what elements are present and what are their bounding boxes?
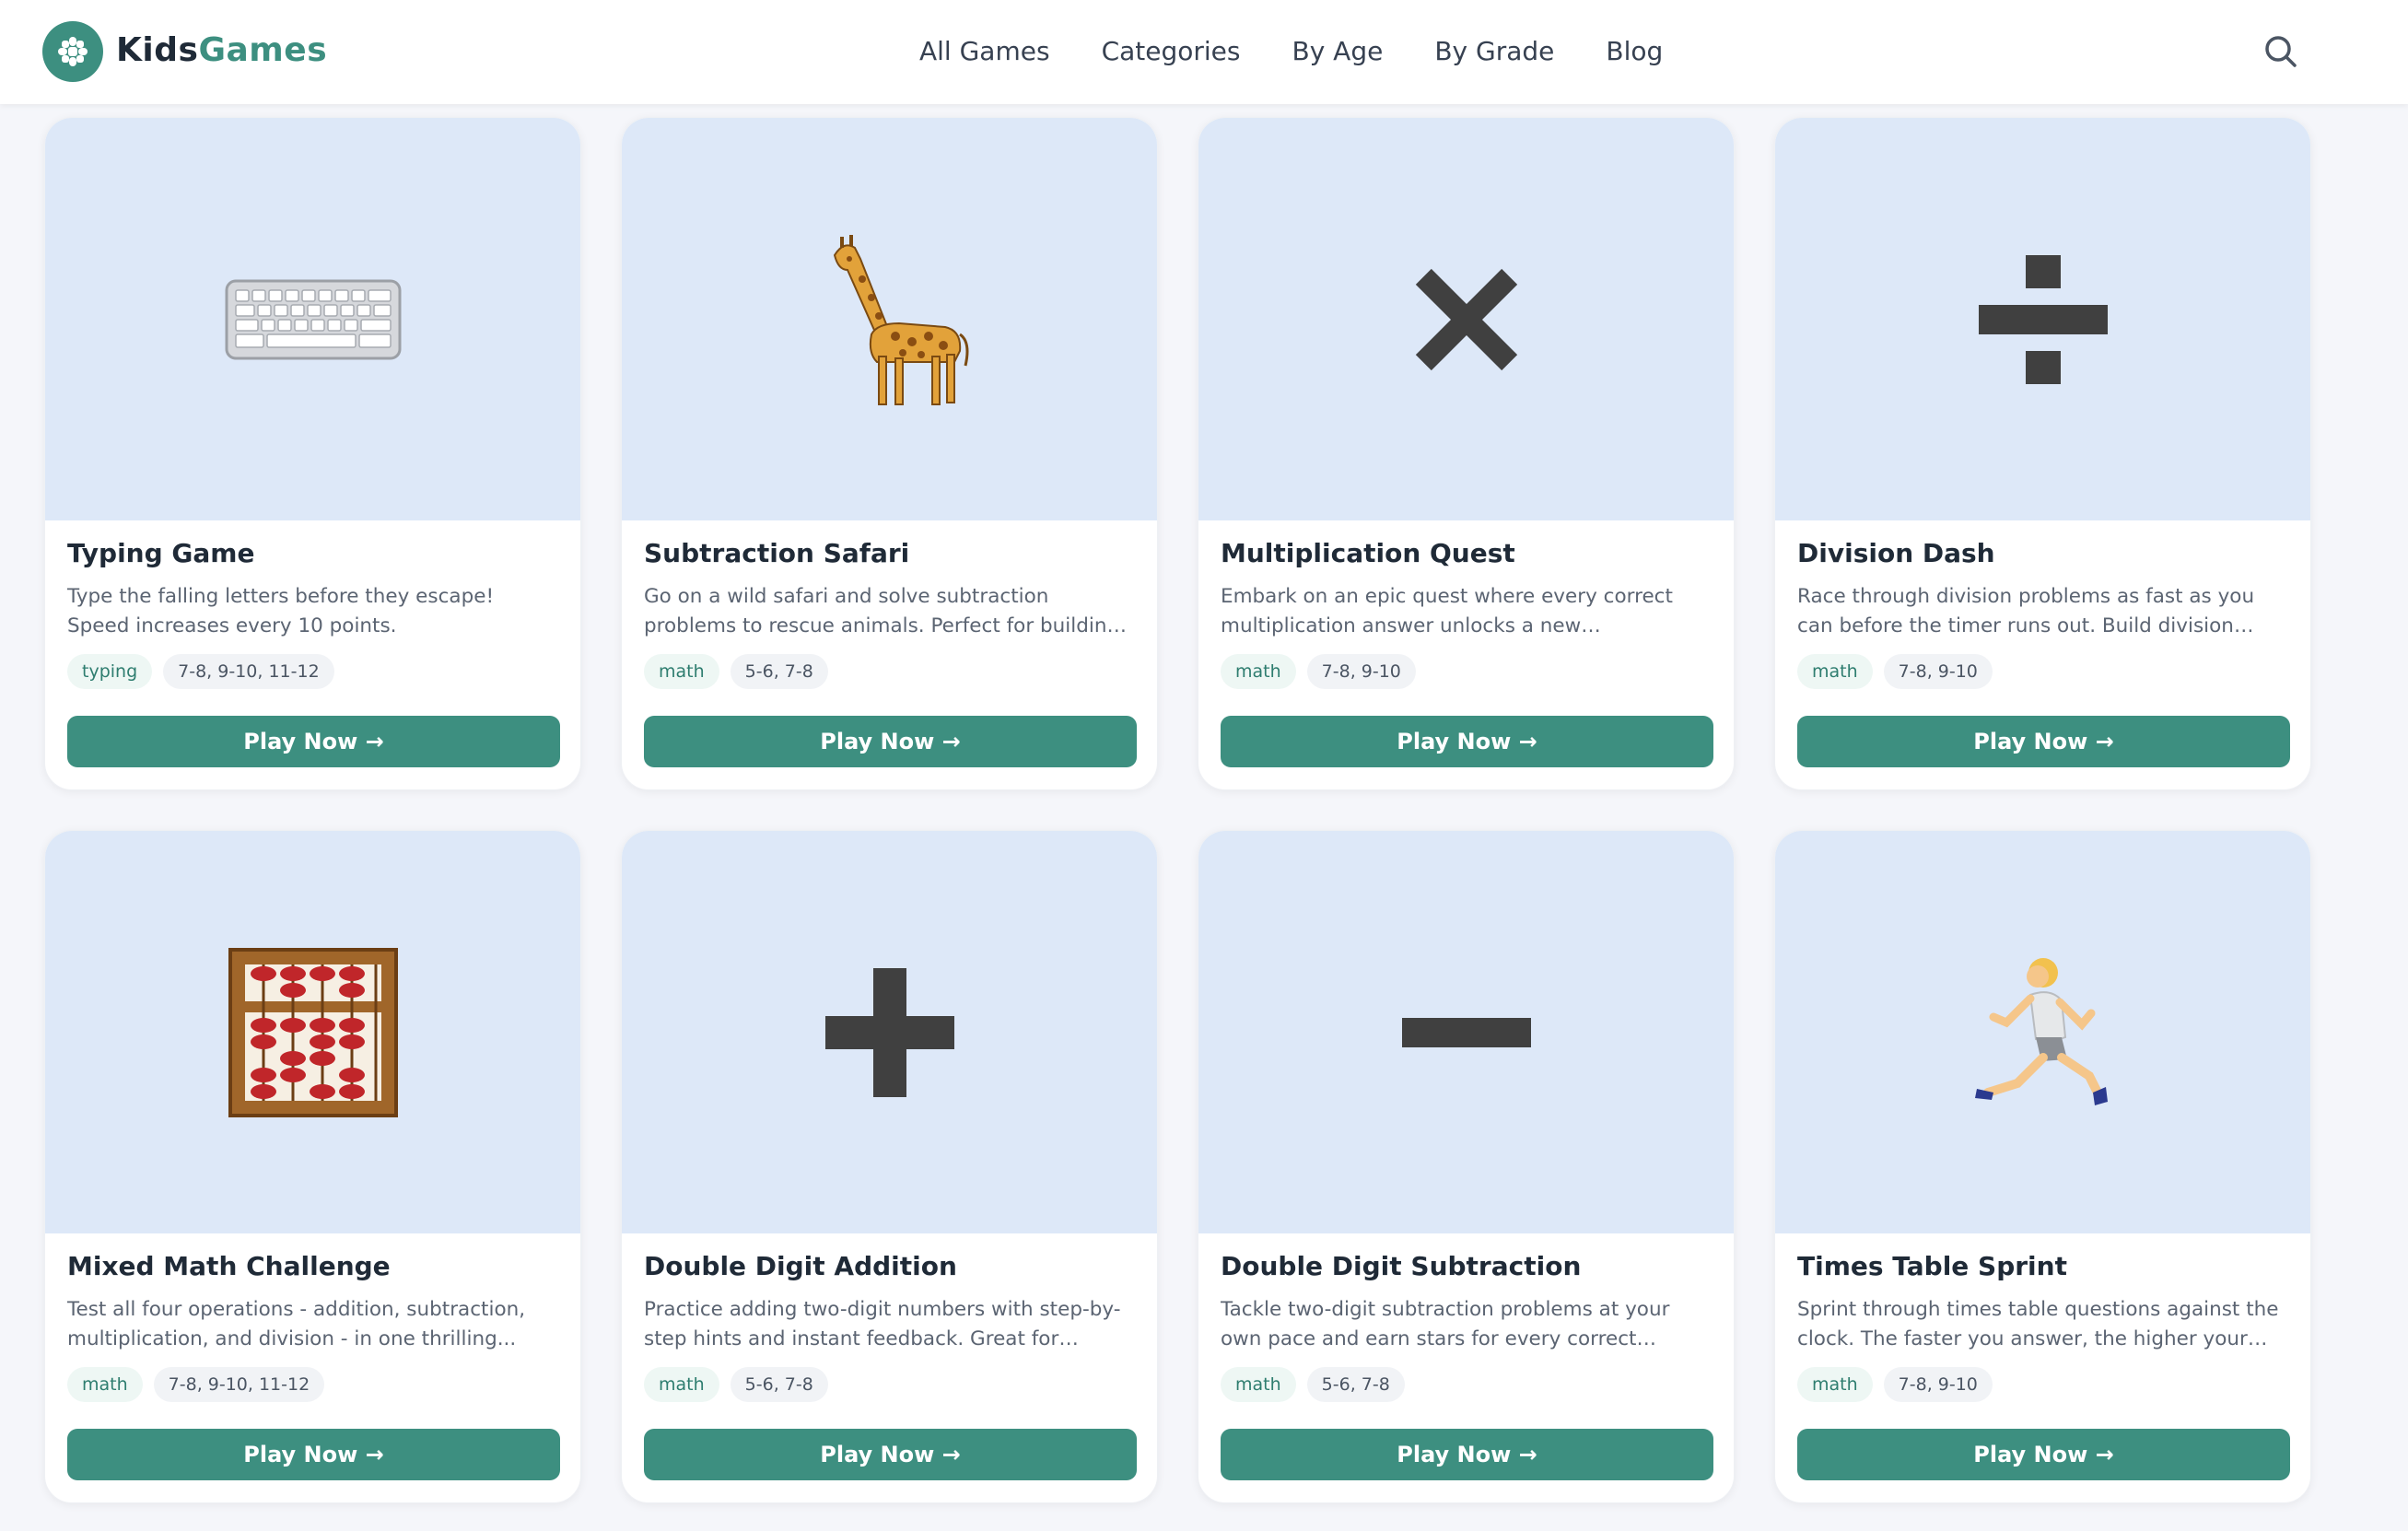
- age-tag: 7-8, 9-10, 11-12: [163, 654, 334, 689]
- runner-icon: [1974, 957, 2108, 1105]
- game-card-typing-game[interactable]: Typing Game Type the falling letters bef…: [44, 117, 581, 790]
- card-tags: math 7-8, 9-10: [1797, 654, 2290, 689]
- giraffe-icon: [833, 234, 968, 405]
- nav-by-grade[interactable]: By Grade: [1434, 31, 1554, 72]
- nav-blog[interactable]: Blog: [1606, 31, 1663, 72]
- card-image[interactable]: [622, 118, 1157, 520]
- multiply-icon: [1415, 268, 1517, 370]
- game-card-times-table-sprint[interactable]: Times Table Sprint Sprint through times …: [1774, 830, 2311, 1503]
- card-body: Typing Game Type the falling letters bef…: [67, 532, 560, 689]
- category-tag[interactable]: math: [67, 1367, 143, 1402]
- game-card-division-dash[interactable]: Division Dash Race through division prob…: [1774, 117, 2311, 790]
- game-card-subtraction-safari[interactable]: Subtraction Safari Go on a wild safari a…: [621, 117, 1158, 790]
- category-tag[interactable]: math: [644, 654, 719, 689]
- brand-name-part2: Games: [198, 31, 328, 69]
- play-now-button[interactable]: Play Now →: [1797, 1429, 2290, 1480]
- game-card-multiplication-quest[interactable]: Multiplication Quest Embark on an epic q…: [1198, 117, 1735, 790]
- card-title: Double Digit Addition: [644, 1251, 957, 1281]
- card-image[interactable]: [45, 118, 580, 520]
- category-tag[interactable]: typing: [67, 654, 153, 689]
- card-title: Subtraction Safari: [644, 538, 910, 568]
- play-now-button[interactable]: Play Now →: [1221, 1429, 1713, 1480]
- card-description: Race through division problems as fast a…: [1797, 585, 2255, 637]
- age-tag: 5-6, 7-8: [730, 654, 828, 689]
- card-title: Multiplication Quest: [1221, 538, 1515, 568]
- card-description: Tackle two-digit subtraction problems at…: [1221, 1298, 1670, 1350]
- play-now-button[interactable]: Play Now →: [67, 716, 560, 767]
- card-tags: typing 7-8, 9-10, 11-12: [67, 654, 560, 689]
- nav-all-games[interactable]: All Games: [919, 31, 1050, 72]
- top-navigation-bar: KidsGames All Games Categories By Age By…: [0, 0, 2408, 104]
- game-card-double-digit-subtraction[interactable]: Double Digit Subtraction Tackle two-digi…: [1198, 830, 1735, 1503]
- category-tag[interactable]: math: [1797, 654, 1873, 689]
- card-description: Type the falling letters before they esc…: [67, 585, 495, 637]
- card-tags: math 7-8, 9-10: [1797, 1367, 2290, 1402]
- age-tag: 7-8, 9-10: [1883, 654, 1993, 689]
- main-nav: All Games Categories By Age By Grade Blo…: [919, 31, 1714, 72]
- play-now-button[interactable]: Play Now →: [644, 716, 1137, 767]
- card-body: Subtraction Safari Go on a wild safari a…: [644, 532, 1137, 689]
- age-tag: 7-8, 9-10, 11-12: [153, 1367, 325, 1402]
- abacus-icon: [228, 947, 398, 1117]
- card-body: Times Table Sprint Sprint through times …: [1797, 1245, 2290, 1402]
- play-now-button[interactable]: Play Now →: [1797, 716, 2290, 767]
- game-card-double-digit-addition[interactable]: Double Digit Addition Practice adding tw…: [621, 830, 1158, 1503]
- card-body: Mixed Math Challenge Test all four opera…: [67, 1245, 560, 1402]
- divide-icon: [1978, 254, 2108, 384]
- card-image[interactable]: [1198, 118, 1734, 520]
- card-description: Practice adding two-digit numbers with s…: [644, 1298, 1121, 1350]
- card-title: Double Digit Subtraction: [1221, 1251, 1582, 1281]
- age-tag: 7-8, 9-10: [1306, 654, 1416, 689]
- card-description: Test all four operations - addition, sub…: [67, 1298, 526, 1350]
- card-image[interactable]: [1775, 831, 2310, 1233]
- card-body: Double Digit Subtraction Tackle two-digi…: [1221, 1245, 1713, 1402]
- keyboard-icon: [225, 279, 401, 359]
- nav-by-age[interactable]: By Age: [1292, 31, 1384, 72]
- nav-categories[interactable]: Categories: [1102, 31, 1241, 72]
- card-description: Go on a wild safari and solve subtractio…: [644, 585, 1120, 637]
- category-tag[interactable]: math: [1221, 1367, 1296, 1402]
- brand-logo[interactable]: KidsGames: [116, 28, 327, 74]
- card-title: Times Table Sprint: [1797, 1251, 2067, 1281]
- card-image[interactable]: [1775, 118, 2310, 520]
- card-tags: math 5-6, 7-8: [644, 654, 1137, 689]
- play-now-button[interactable]: Play Now →: [1221, 716, 1713, 767]
- card-tags: math 5-6, 7-8: [1221, 1367, 1713, 1402]
- minus-icon: [1401, 1017, 1531, 1047]
- card-body: Multiplication Quest Embark on an epic q…: [1221, 532, 1713, 689]
- age-tag: 5-6, 7-8: [1306, 1367, 1405, 1402]
- card-tags: math 5-6, 7-8: [644, 1367, 1137, 1402]
- games-grid: Typing Game Type the falling letters bef…: [44, 117, 2312, 1503]
- card-image[interactable]: [45, 831, 580, 1233]
- game-card-mixed-math-challenge[interactable]: Mixed Math Challenge Test all four opera…: [44, 830, 581, 1503]
- card-body: Double Digit Addition Practice adding tw…: [644, 1245, 1137, 1402]
- card-description: Sprint through times table questions aga…: [1797, 1298, 2279, 1350]
- category-tag[interactable]: math: [1797, 1367, 1873, 1402]
- age-tag: 7-8, 9-10: [1883, 1367, 1993, 1402]
- category-tag[interactable]: math: [1221, 654, 1296, 689]
- age-tag: 5-6, 7-8: [730, 1367, 828, 1402]
- play-now-button[interactable]: Play Now →: [644, 1429, 1137, 1480]
- card-image[interactable]: [622, 831, 1157, 1233]
- card-title: Typing Game: [67, 538, 255, 568]
- brand-name-part1: Kids: [116, 31, 199, 69]
- card-title: Mixed Math Challenge: [67, 1251, 391, 1281]
- card-description: Embark on an epic quest where every corr…: [1221, 585, 1673, 637]
- puzzle-flower-icon[interactable]: [42, 21, 103, 82]
- play-now-button[interactable]: Play Now →: [67, 1429, 560, 1480]
- card-image[interactable]: [1198, 831, 1734, 1233]
- card-tags: math 7-8, 9-10, 11-12: [67, 1367, 560, 1402]
- category-tag[interactable]: math: [644, 1367, 719, 1402]
- plus-icon: [824, 967, 954, 1097]
- card-body: Division Dash Race through division prob…: [1797, 532, 2290, 689]
- search-icon[interactable]: [2262, 33, 2299, 70]
- card-tags: math 7-8, 9-10: [1221, 654, 1713, 689]
- card-title: Division Dash: [1797, 538, 1995, 568]
